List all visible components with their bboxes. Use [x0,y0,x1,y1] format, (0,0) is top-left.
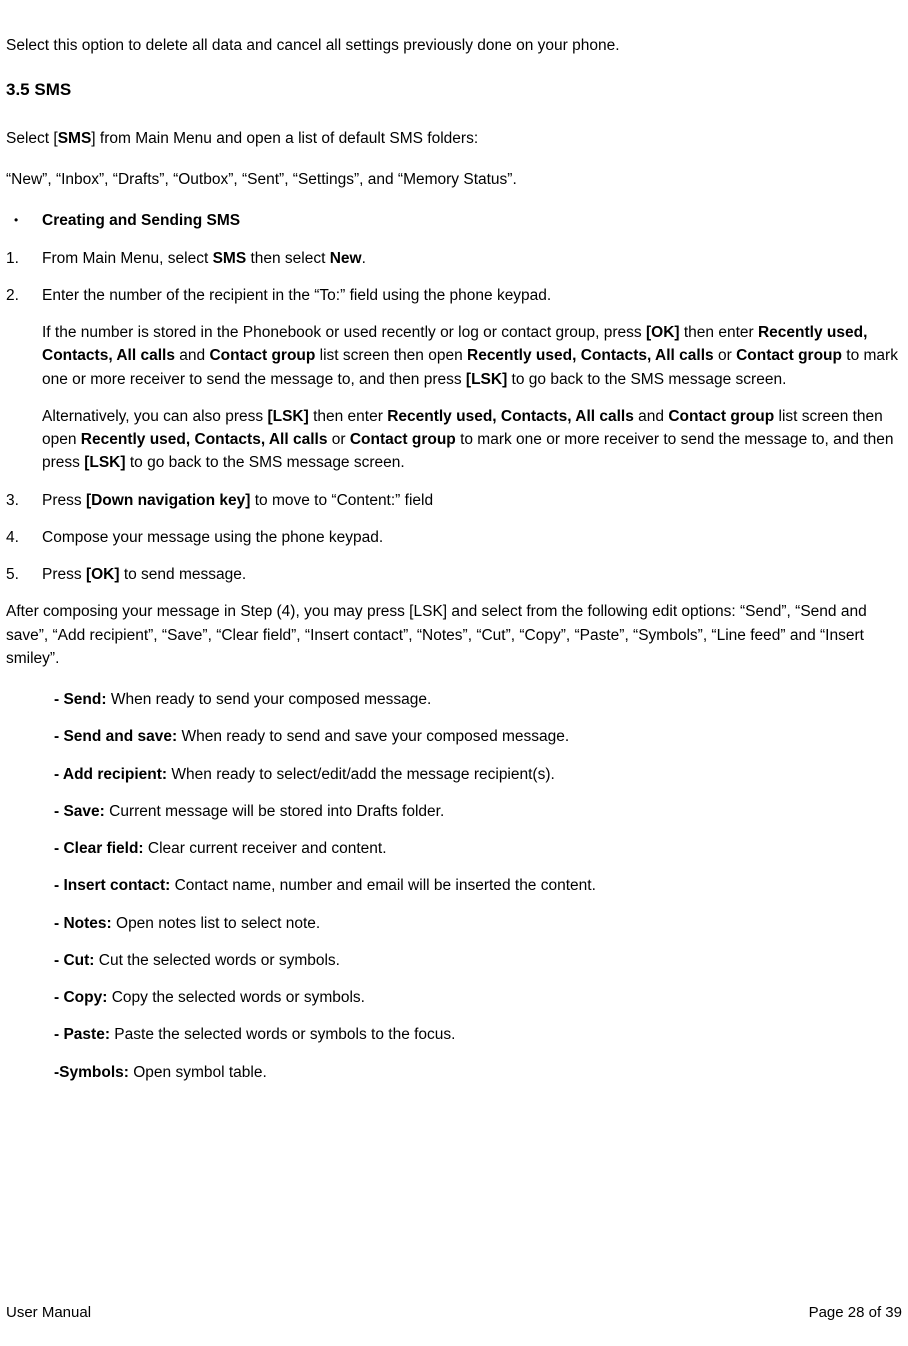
bold: [OK] [86,566,120,583]
step-number: 1. [6,247,42,270]
bold: [LSK] [84,454,125,471]
option-desc: Open notes list to select note. [112,915,321,932]
option-label: - Send and save: [54,728,177,745]
option-label: - Insert contact: [54,877,170,894]
option-label: -Symbols: [54,1064,129,1081]
option-label: - Cut: [54,952,94,969]
option-desc: When ready to send your composed message… [107,691,432,708]
option-label: - Notes: [54,915,112,932]
option-desc: Paste the selected words or symbols to t… [110,1026,455,1043]
option-label: - Save: [54,803,105,820]
text: then select [246,250,330,267]
text: Compose your message using the phone key… [42,526,902,549]
option-line: - Paste: Paste the selected words or sym… [6,1023,902,1046]
option-label: - Clear field: [54,840,144,857]
bold: Contact group [209,347,315,364]
option-label: - Paste: [54,1026,110,1043]
bold: New [330,250,362,267]
step-2-para3: Alternatively, you can also press [LSK] … [42,405,902,475]
bold: Recently used, Contacts, All calls [81,431,328,448]
step-number: 4. [6,526,42,549]
option-desc: Current message will be stored into Draf… [105,803,444,820]
text: to move to “Content:” field [250,492,433,509]
bullet-dot-icon: • [6,209,42,232]
section-heading-sms: 3.5 SMS [6,77,902,103]
bullet-creating-sending: • Creating and Sending SMS [6,209,902,232]
bold: Contact group [736,347,842,364]
option-line: -Symbols: Open symbol table. [6,1061,902,1084]
option-desc: Open symbol table. [129,1064,267,1081]
step-1: 1. From Main Menu, select SMS then selec… [6,247,902,270]
option-desc: When ready to send and save your compose… [177,728,569,745]
text: list screen then open [315,347,467,364]
text: to go back to the SMS message screen. [126,454,405,471]
option-label: - Send: [54,691,107,708]
paragraph-folder-list: “New”, “Inbox”, “Drafts”, “Outbox”, “Sen… [6,168,902,191]
text: Alternatively, you can also press [42,408,267,425]
page-footer: User Manual Page 28 of 39 [6,1302,902,1325]
text: From Main Menu, select [42,250,213,267]
step-5: 5. Press [OK] to send message. [6,563,902,586]
paragraph-select-sms: Select [SMS] from Main Menu and open a l… [6,127,902,150]
text: Press [42,492,86,509]
text: . [362,250,366,267]
bold: [LSK] [466,371,507,388]
option-line: - Save: Current message will be stored i… [6,800,902,823]
step-number: 2. [6,284,42,475]
option-desc: When ready to select/edit/add the messag… [167,766,555,783]
option-label: - Copy: [54,989,107,1006]
bold: SMS [213,250,247,267]
option-desc: Copy the selected words or symbols. [107,989,365,1006]
option-line: - Cut: Cut the selected words or symbols… [6,949,902,972]
sms-bold: SMS [58,130,92,147]
text: to go back to the SMS message screen. [507,371,786,388]
step-number: 3. [6,489,42,512]
bold: Recently used, Contacts, All calls [467,347,714,364]
option-line: - Clear field: Clear current receiver an… [6,837,902,860]
step-4: 4. Compose your message using the phone … [6,526,902,549]
step-number: 5. [6,563,42,586]
option-line: - Send: When ready to send your composed… [6,688,902,711]
text: and [175,347,209,364]
text: then enter [680,324,758,341]
text: Press [42,566,86,583]
bullet-heading: Creating and Sending SMS [42,212,240,229]
step-2: 2. Enter the number of the recipient in … [6,284,902,475]
after-steps-paragraph: After composing your message in Step (4)… [6,600,902,670]
bold: Recently used, Contacts, All calls [387,408,634,425]
option-line: - Notes: Open notes list to select note. [6,912,902,935]
text: Select [ [6,130,58,147]
option-desc: Clear current receiver and content. [144,840,387,857]
option-desc: Cut the selected words or symbols. [94,952,340,969]
footer-left: User Manual [6,1302,91,1325]
bold: [LSK] [267,408,308,425]
text: ] from Main Menu and open a list of defa… [91,130,478,147]
text: then enter [309,408,387,425]
step-2-para2: If the number is stored in the Phonebook… [42,321,902,391]
option-line: - Send and save: When ready to send and … [6,725,902,748]
bold: Contact group [350,431,456,448]
step-2-line1: Enter the number of the recipient in the… [42,284,902,307]
option-label: - Add recipient: [54,766,167,783]
option-line: - Insert contact: Contact name, number a… [6,874,902,897]
footer-right: Page 28 of 39 [809,1302,902,1325]
text: If the number is stored in the Phonebook… [42,324,646,341]
text: or [714,347,736,364]
option-line: - Add recipient: When ready to select/ed… [6,763,902,786]
text: to send message. [120,566,247,583]
step-3: 3. Press [Down navigation key] to move t… [6,489,902,512]
bold: [Down navigation key] [86,492,251,509]
text: and [634,408,668,425]
bold: [OK] [646,324,680,341]
bold: Contact group [668,408,774,425]
text: or [327,431,349,448]
option-desc: Contact name, number and email will be i… [170,877,596,894]
option-line: - Copy: Copy the selected words or symbo… [6,986,902,1009]
intro-paragraph: Select this option to delete all data an… [6,34,902,57]
